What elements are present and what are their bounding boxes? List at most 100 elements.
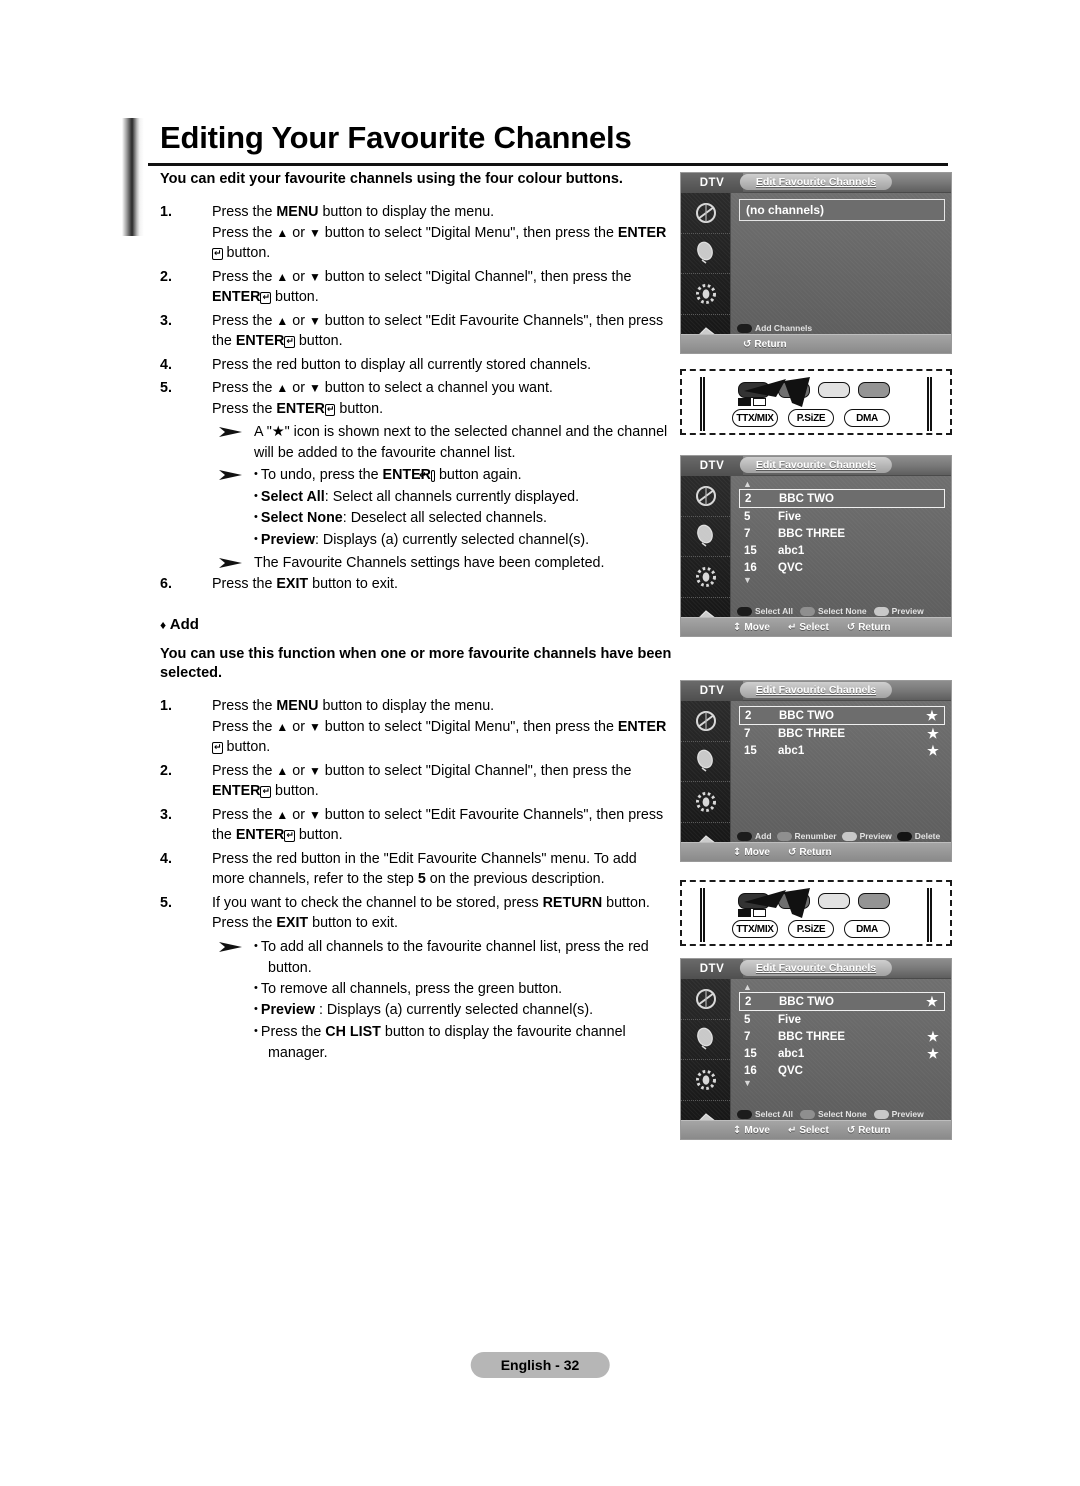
channel-list: 2 BBC TWO ★ 5 Five 7 BBC THREE ★ 15 abc1 ★ 16 QVC [739, 992, 945, 1079]
sidebar-menu-icon-2[interactable] [681, 517, 730, 557]
step-text: Press the ▲ or ▼ button to select "Digit… [212, 224, 667, 261]
footer-label: Return [858, 1124, 891, 1136]
footer-glyph-icon: ↺ [846, 621, 856, 633]
remote-button-p-size[interactable]: P.SiZE [788, 409, 834, 427]
footer-action[interactable]: ↺ Return [788, 847, 832, 858]
colour-key-green[interactable]: Select None [799, 606, 867, 616]
favourite-star-icon: ★ [927, 742, 939, 758]
channel-row[interactable]: 15 abc1 [739, 542, 945, 559]
colour-key-label: Select None [817, 1109, 867, 1119]
sidebar-menu-icon-1[interactable] [681, 979, 730, 1020]
footer-action[interactable]: ↕ Move [733, 1125, 770, 1136]
colour-key-green[interactable]: Select None [799, 1109, 867, 1119]
colour-key-red[interactable]: Add [737, 831, 772, 841]
source-label: DTV [681, 681, 743, 701]
title-rule [148, 163, 948, 166]
step-item: 4. Press the red button in the "Edit Favo… [160, 849, 672, 890]
colour-key-yellow[interactable]: Preview [841, 831, 892, 841]
sidebar-menu-icon-2[interactable] [681, 1020, 730, 1060]
tv-footer-bar: ↕ Move ↺ Return [681, 842, 951, 861]
channel-row[interactable]: 15 abc1 ★ [739, 742, 945, 759]
note-arrow-icon [218, 467, 244, 483]
scroll-down-icon[interactable]: ▼ [739, 1079, 945, 1088]
step-item: 5. If you want to check the channel to be… [160, 893, 672, 934]
channel-row[interactable]: 15 abc1 ★ [739, 1045, 945, 1062]
channel-row[interactable]: 16 QVC [739, 1062, 945, 1079]
sidebar-menu-icon-2[interactable] [681, 234, 730, 274]
colour-key-blue[interactable]: Delete [896, 831, 940, 841]
channel-row[interactable]: 2 BBC TWO [739, 489, 945, 508]
scroll-up-icon[interactable]: ▲ [739, 480, 945, 489]
channel-row[interactable]: 7 BBC THREE ★ [739, 725, 945, 742]
channel-number: 2 [745, 709, 752, 722]
remote-rail-right [927, 377, 932, 431]
step-text: Press the ▲ or ▼ button to select "Edit … [212, 806, 664, 844]
footer-action[interactable]: ↺ Return [847, 622, 891, 633]
colour-key-yellow[interactable]: Preview [873, 1109, 924, 1119]
sidebar-menu-icon-2[interactable] [681, 742, 730, 782]
channel-row[interactable]: 7 BBC THREE [739, 525, 945, 542]
channel-number: 5 [744, 1013, 751, 1026]
channel-row[interactable]: 5 Five [739, 1011, 945, 1028]
footer-action[interactable]: ↺ Return [847, 1125, 891, 1136]
step-item: 3. Press the ▲ or ▼ button to select "Edi… [160, 805, 672, 846]
manual-page: Editing Your Favourite Channels You can … [0, 0, 1080, 1486]
sidebar-menu-icon-1[interactable] [681, 476, 730, 517]
source-label: DTV [681, 173, 743, 193]
channel-row[interactable]: 2 BBC TWO ★ [739, 706, 945, 725]
remote-button-dma[interactable]: DMA [844, 409, 890, 427]
colour-key-yellow[interactable]: Preview [873, 606, 924, 616]
remote-button-ttx-mix[interactable]: TTX/MIX [732, 409, 778, 427]
sidebar-menu-icon-1[interactable] [681, 701, 730, 742]
channel-row[interactable]: 16 QVC [739, 559, 945, 576]
footer-action[interactable]: ↵ Select [788, 1125, 829, 1136]
blue-button[interactable] [858, 382, 890, 398]
bullet-item: Select All: Select all channels currentl… [254, 487, 672, 509]
bullet-item: Press the CH LIST button to display the … [254, 1022, 672, 1064]
footer-action[interactable]: ↺ Return [743, 339, 787, 350]
remote-button-ttx-mix[interactable]: TTX/MIX [732, 920, 778, 938]
scroll-up-icon[interactable]: ▲ [739, 983, 945, 992]
remote-rail-left [700, 888, 705, 942]
tv-title-bar: DTV Edit Favourite Channels [681, 681, 951, 701]
blue-button[interactable] [858, 893, 890, 909]
green-button-icon [799, 606, 815, 616]
sidebar-menu-icon-3[interactable] [681, 274, 730, 315]
tv-footer-bar: ↕ Move ↵ Select ↺ Return [681, 1120, 951, 1139]
colour-key-label: Select All [755, 606, 793, 616]
step-item: 1. Press the MENU button to display the m… [160, 696, 672, 758]
remote-button-p-size[interactable]: P.SiZE [788, 920, 834, 938]
section2-steps: 1. Press the MENU button to display the m… [160, 696, 672, 934]
scroll-down-icon[interactable]: ▼ [739, 576, 945, 585]
sidebar-menu-icon-3[interactable] [681, 782, 730, 823]
step-item: 6. Press the EXIT button to exit. [160, 574, 672, 595]
remote-button-dma[interactable]: DMA [844, 920, 890, 938]
page-title: Editing Your Favourite Channels [160, 120, 632, 155]
tv-footer-bar: ↕ Move ↵ Select ↺ Return [681, 617, 951, 636]
footer-action[interactable]: ↵ Select [788, 622, 829, 633]
section2-heading-label: Add [169, 616, 199, 633]
step-text: Press the ▲ or ▼ button to select "Digit… [212, 268, 632, 306]
step-number: 1. [160, 204, 172, 220]
channel-row[interactable]: 7 BBC THREE ★ [739, 1028, 945, 1045]
channel-number: 7 [744, 527, 751, 540]
colour-key-bar: Select All Select None Preview [737, 606, 947, 616]
footer-glyph-icon: ↵ [787, 621, 797, 633]
colour-key-red[interactable]: Add Channels [737, 323, 812, 333]
favourite-star-icon: ★ [927, 1028, 939, 1044]
channel-row[interactable]: 5 Five [739, 508, 945, 525]
colour-key-green[interactable]: Renumber [776, 831, 837, 841]
sidebar-menu-icon-3[interactable] [681, 1060, 730, 1101]
note-options: To undo, press the ENTER↵ button again.S… [212, 465, 672, 551]
sidebar-menu-icon-1[interactable] [681, 193, 730, 234]
note-text: The Favourite Channels settings have bee… [254, 555, 605, 571]
channel-row[interactable]: 2 BBC TWO ★ [739, 992, 945, 1011]
colour-key-red[interactable]: Select All [737, 606, 793, 616]
title-decoration-bar [122, 118, 144, 236]
sidebar-menu-icon-3[interactable] [681, 557, 730, 598]
footer-action[interactable]: ↕ Move [733, 622, 770, 633]
red-button-icon [737, 1109, 752, 1119]
channel-number: 2 [745, 995, 752, 1008]
footer-action[interactable]: ↕ Move [733, 847, 770, 858]
colour-key-red[interactable]: Select All [737, 1109, 793, 1119]
